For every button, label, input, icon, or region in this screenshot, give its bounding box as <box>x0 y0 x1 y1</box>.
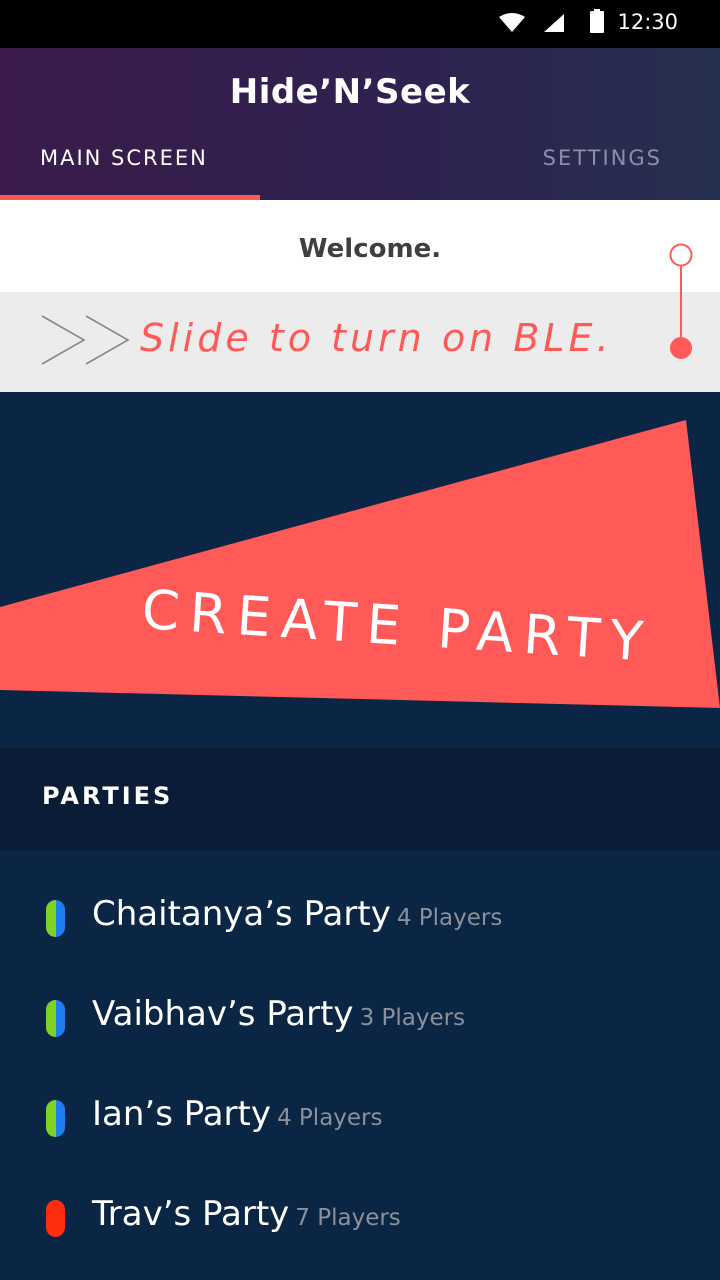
ble-slider[interactable]: Slide to turn on BLE. <box>0 292 720 392</box>
party-name-line: Vaibhav’s Party 3 Players <box>92 994 465 1034</box>
party-player-count: 7 Players <box>295 1205 401 1231</box>
wifi-icon <box>499 13 525 32</box>
battery-icon <box>590 9 604 33</box>
party-status-indicator <box>46 1000 65 1037</box>
signal-icon <box>544 14 564 32</box>
status-segment <box>46 1200 56 1237</box>
parties-title: PARTIES <box>42 782 174 810</box>
create-party-shape[interactable] <box>0 392 720 748</box>
status-segment <box>46 1100 56 1137</box>
party-item[interactable]: Vaibhav’s Party 3 Players <box>0 950 720 1050</box>
welcome-text: Welcome. <box>298 234 442 264</box>
party-item[interactable]: Trav’s Party 7 Players <box>0 1150 720 1250</box>
status-segment <box>55 1100 65 1137</box>
party-name: Trav’s Party <box>92 1194 290 1234</box>
status-segment <box>55 900 65 937</box>
status-segment <box>55 1000 65 1037</box>
party-name: Ian’s Party <box>92 1094 271 1134</box>
party-name-line: Chaitanya’s Party 4 Players <box>92 894 502 934</box>
party-name: Chaitanya’s Party <box>92 894 391 934</box>
welcome-banner: Welcome. <box>0 200 720 292</box>
party-name: Vaibhav’s Party <box>92 994 354 1034</box>
party-player-count: 3 Players <box>359 1005 466 1031</box>
party-item[interactable]: Chaitanya’s Party 4 Players <box>0 850 720 950</box>
party-player-count: 4 Players <box>396 905 503 931</box>
party-item[interactable]: Ian’s Party 4 Players <box>0 1050 720 1150</box>
parties-header: PARTIES <box>0 748 720 850</box>
party-status-indicator <box>46 900 65 937</box>
tab-main-screen[interactable]: MAIN SCREEN <box>40 146 208 170</box>
create-party-area: CREATE PARTY <box>0 392 720 748</box>
status-time: 12:30 <box>617 10 678 34</box>
party-status-indicator <box>46 1100 65 1137</box>
status-bar: 12:30 <box>0 0 720 48</box>
app-title: Hide’N’Seek <box>229 72 471 112</box>
status-segment <box>46 900 56 937</box>
tab-settings[interactable]: SETTINGS <box>543 146 662 170</box>
party-name-line: Ian’s Party 4 Players <box>92 1094 382 1134</box>
party-status-indicator <box>46 1200 65 1237</box>
chevron-right-icon <box>41 315 130 365</box>
app-bar: Hide’N’Seek MAIN SCREEN SETTINGS <box>0 48 720 200</box>
status-segment <box>46 1000 56 1037</box>
slide-instruction: Slide to turn on BLE. <box>140 316 613 360</box>
ble-toggle-handle[interactable] <box>664 238 698 364</box>
party-player-count: 4 Players <box>276 1105 383 1131</box>
party-name-line: Trav’s Party 7 Players <box>92 1194 401 1234</box>
status-segment <box>55 1200 65 1237</box>
